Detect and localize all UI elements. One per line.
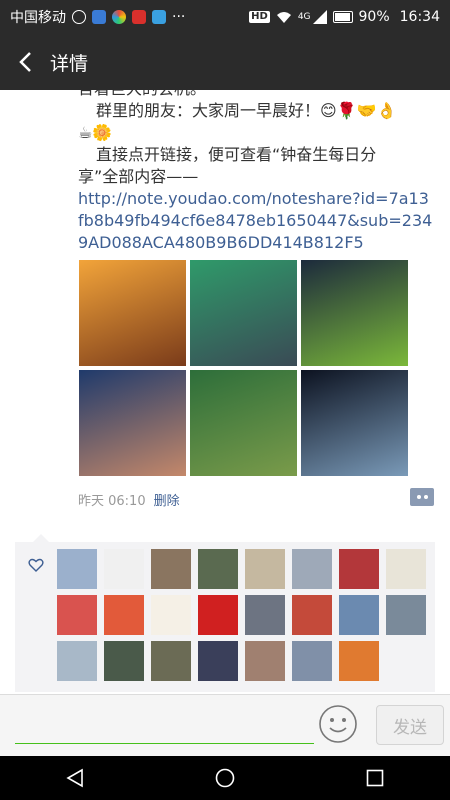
avatar-11[interactable] (151, 595, 191, 635)
back-triangle-icon[interactable] (55, 758, 95, 798)
post-line-open-2: 享”全部内容—— (78, 167, 199, 186)
avatar-12[interactable] (198, 595, 238, 635)
avatar-16[interactable] (386, 595, 426, 635)
avatar-4[interactable] (198, 549, 238, 589)
avatar-22[interactable] (292, 641, 332, 681)
battery-percent: 90% (358, 9, 390, 25)
avatar-2[interactable] (104, 549, 144, 589)
post-meta: 昨天 06:10 删除 (78, 490, 180, 509)
more-notifications-icon: ··· (172, 9, 186, 25)
status-right: HD 4G 90% 16:34 (249, 9, 440, 25)
app-icon-sky (152, 10, 166, 24)
photo-grid (79, 260, 409, 476)
photo-aurora-mountain[interactable] (190, 260, 297, 366)
send-button[interactable]: 发送 (376, 705, 444, 745)
home-circle-icon[interactable] (205, 758, 245, 798)
photo-blue-sports-car[interactable] (301, 370, 408, 476)
photo-river-forest[interactable] (190, 370, 297, 476)
post-line-top: 含着巨大的会机。 (78, 90, 434, 100)
avatar-20[interactable] (198, 641, 238, 681)
comment-icon[interactable] (410, 488, 434, 506)
avatar-14[interactable] (292, 595, 332, 635)
likes-panel (15, 534, 435, 692)
post-time: 昨天 06:10 (78, 494, 146, 509)
photo-sunset-heron[interactable] (79, 260, 186, 366)
avatar-3[interactable] (151, 549, 191, 589)
post-detail: 含着巨大的会机。 群里的朋友：大家周一早晨好！😊🌹🤝👌 ☕🌼 直接点开链接，便可… (0, 90, 450, 694)
clock: 16:34 (399, 9, 440, 25)
avatar-13[interactable] (245, 595, 285, 635)
avatar-9[interactable] (57, 595, 97, 635)
recents-square-icon[interactable] (355, 758, 395, 798)
avatar-8[interactable] (386, 549, 426, 589)
delete-button[interactable]: 删除 (154, 490, 180, 509)
emoji-icon[interactable] (318, 704, 358, 744)
comment-input[interactable] (15, 709, 314, 744)
carrier-label: 中国移动 (10, 10, 66, 26)
photo-crater-lake[interactable] (79, 370, 186, 476)
page-title: 详情 (50, 52, 89, 75)
status-left: 中国移动 ··· (10, 7, 185, 27)
heart-icon (28, 558, 44, 572)
battery-icon (332, 11, 353, 23)
post-link[interactable]: http://note.youdao.com/noteshare?id=7a13… (78, 188, 434, 254)
notification-icon (72, 10, 86, 24)
status-bar: 中国移动 ··· HD 4G 90% 16:34 (0, 0, 450, 34)
avatar-5[interactable] (245, 549, 285, 589)
avatar-15[interactable] (339, 595, 379, 635)
cellular-signal-icon (312, 10, 327, 24)
hd-icon: HD (249, 11, 270, 23)
avatar-21[interactable] (245, 641, 285, 681)
liker-avatars (57, 549, 426, 681)
greeting-emojis: 😊🌹🤝👌 (320, 101, 397, 120)
system-nav-bar (0, 756, 450, 800)
avatar-10[interactable] (104, 595, 144, 635)
greeting-text: 群里的朋友：大家周一早晨好！ (96, 101, 321, 120)
avatar-7[interactable] (339, 549, 379, 589)
back-icon[interactable] (0, 34, 50, 90)
comment-input-bar: 发送 (0, 694, 450, 756)
post-emoji-line: ☕🌼 (78, 123, 113, 142)
post-text: 含着巨大的会机。 群里的朋友：大家周一早晨好！😊🌹🤝👌 ☕🌼 直接点开链接，便可… (78, 90, 434, 254)
app-icon-multicolor (112, 10, 126, 24)
avatar-19[interactable] (151, 641, 191, 681)
photo-grassland-yurt[interactable] (301, 260, 408, 366)
avatar-23[interactable] (339, 641, 379, 681)
post-line-greeting: 群里的朋友：大家周一早晨好！😊🌹🤝👌 (78, 100, 434, 122)
app-icon-red (132, 10, 146, 24)
wifi-icon (276, 12, 291, 23)
post-line-open-1: 直接点开链接，便可查看“钟奋生每日分 (96, 145, 377, 164)
signal-label: 4G (297, 12, 311, 22)
avatar-6[interactable] (292, 549, 332, 589)
avatar-17[interactable] (57, 641, 97, 681)
app-icon-blue (92, 10, 106, 24)
avatar-18[interactable] (104, 641, 144, 681)
nav-bar: 详情 (0, 34, 450, 90)
avatar-1[interactable] (57, 549, 97, 589)
